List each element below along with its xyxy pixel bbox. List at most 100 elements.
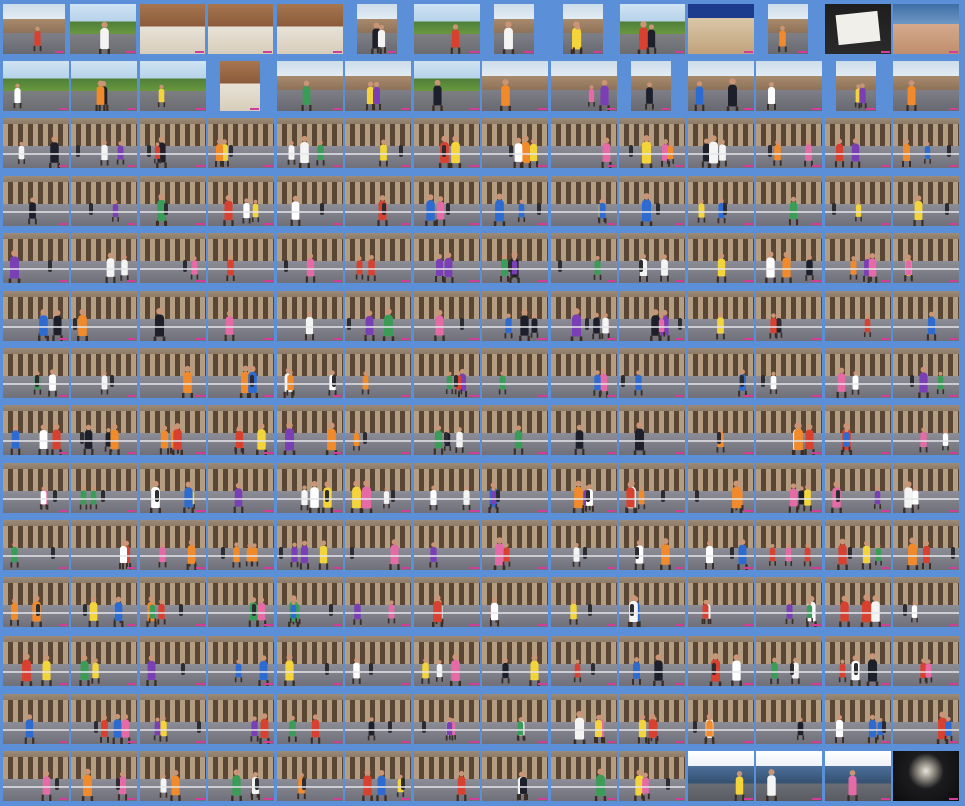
photo-thumbnail[interactable] [208, 577, 274, 627]
photo-thumbnail[interactable] [414, 405, 480, 455]
photo-thumbnail[interactable] [482, 291, 548, 341]
photo-thumbnail[interactable] [825, 520, 891, 570]
photo-thumbnail[interactable] [208, 291, 274, 341]
photo-thumbnail[interactable] [893, 291, 959, 341]
photo-thumbnail[interactable] [140, 61, 206, 111]
photo-thumbnail[interactable] [277, 4, 343, 54]
photo-thumbnail[interactable] [3, 4, 65, 54]
photo-thumbnail[interactable] [208, 176, 274, 226]
photo-thumbnail[interactable] [893, 694, 959, 744]
photo-thumbnail[interactable] [756, 61, 822, 111]
photo-thumbnail[interactable] [345, 291, 411, 341]
photo-thumbnail[interactable] [482, 636, 548, 686]
photo-thumbnail[interactable] [208, 118, 274, 168]
photo-thumbnail[interactable] [619, 577, 685, 627]
photo-thumbnail[interactable] [220, 61, 260, 111]
photo-thumbnail[interactable] [140, 291, 206, 341]
photo-thumbnail[interactable] [414, 694, 480, 744]
photo-thumbnail[interactable] [414, 463, 480, 513]
photo-thumbnail[interactable] [551, 291, 617, 341]
photo-thumbnail[interactable] [140, 751, 206, 801]
photo-thumbnail[interactable] [71, 233, 137, 283]
photo-thumbnail[interactable] [619, 694, 685, 744]
photo-thumbnail[interactable] [619, 520, 685, 570]
photo-thumbnail[interactable] [3, 636, 69, 686]
photo-thumbnail[interactable] [3, 61, 69, 111]
photo-thumbnail[interactable] [277, 61, 343, 111]
photo-thumbnail[interactable] [619, 636, 685, 686]
photo-thumbnail[interactable] [3, 118, 69, 168]
photo-thumbnail[interactable] [688, 61, 754, 111]
photo-thumbnail[interactable] [71, 694, 137, 744]
photo-thumbnail[interactable] [688, 176, 754, 226]
photo-thumbnail[interactable] [551, 636, 617, 686]
photo-thumbnail[interactable] [277, 405, 343, 455]
photo-thumbnail[interactable] [551, 577, 617, 627]
photo-thumbnail[interactable] [756, 520, 822, 570]
photo-thumbnail[interactable] [70, 4, 136, 54]
photo-thumbnail[interactable] [825, 577, 891, 627]
photo-thumbnail[interactable] [825, 4, 891, 54]
photo-thumbnail[interactable] [825, 291, 891, 341]
photo-thumbnail[interactable] [619, 405, 685, 455]
photo-thumbnail[interactable] [688, 751, 754, 801]
photo-thumbnail[interactable] [345, 636, 411, 686]
photo-thumbnail[interactable] [345, 751, 411, 801]
photo-thumbnail[interactable] [619, 751, 685, 801]
photo-thumbnail[interactable] [756, 405, 822, 455]
photo-thumbnail[interactable] [482, 233, 548, 283]
photo-thumbnail[interactable] [208, 520, 274, 570]
photo-thumbnail[interactable] [140, 176, 206, 226]
photo-thumbnail[interactable] [277, 176, 343, 226]
photo-thumbnail[interactable] [414, 291, 480, 341]
photo-thumbnail[interactable] [825, 751, 891, 801]
photo-thumbnail[interactable] [140, 636, 206, 686]
photo-thumbnail[interactable] [3, 348, 69, 398]
photo-thumbnail[interactable] [3, 577, 69, 627]
photo-thumbnail[interactable] [756, 463, 822, 513]
photo-thumbnail[interactable] [688, 520, 754, 570]
photo-thumbnail[interactable] [277, 577, 343, 627]
photo-thumbnail[interactable] [140, 118, 206, 168]
photo-thumbnail[interactable] [277, 694, 343, 744]
photo-thumbnail[interactable] [140, 233, 206, 283]
photo-thumbnail[interactable] [688, 577, 754, 627]
photo-thumbnail[interactable] [277, 118, 343, 168]
photo-thumbnail[interactable] [71, 636, 137, 686]
photo-thumbnail[interactable] [277, 233, 343, 283]
photo-thumbnail[interactable] [825, 694, 891, 744]
photo-thumbnail[interactable] [414, 233, 480, 283]
photo-thumbnail[interactable] [551, 176, 617, 226]
photo-thumbnail[interactable] [140, 463, 206, 513]
photo-thumbnail[interactable] [893, 61, 959, 111]
photo-thumbnail[interactable] [482, 176, 548, 226]
photo-thumbnail[interactable] [551, 348, 617, 398]
photo-thumbnail[interactable] [482, 118, 548, 168]
photo-thumbnail[interactable] [277, 520, 343, 570]
photo-thumbnail[interactable] [482, 694, 548, 744]
photo-thumbnail[interactable] [893, 4, 959, 54]
photo-thumbnail[interactable] [619, 463, 685, 513]
photo-thumbnail[interactable] [551, 233, 617, 283]
photo-thumbnail[interactable] [414, 348, 480, 398]
photo-thumbnail[interactable] [71, 118, 137, 168]
photo-thumbnail[interactable] [893, 233, 959, 283]
photo-thumbnail[interactable] [3, 176, 69, 226]
photo-thumbnail[interactable] [756, 636, 822, 686]
photo-thumbnail[interactable] [688, 636, 754, 686]
photo-thumbnail[interactable] [345, 463, 411, 513]
photo-thumbnail[interactable] [277, 751, 343, 801]
photo-thumbnail[interactable] [345, 118, 411, 168]
photo-thumbnail[interactable] [414, 61, 480, 111]
photo-thumbnail[interactable] [208, 4, 273, 54]
photo-thumbnail[interactable] [3, 520, 69, 570]
photo-thumbnail[interactable] [768, 4, 808, 54]
photo-thumbnail[interactable] [688, 118, 754, 168]
photo-thumbnail[interactable] [208, 405, 274, 455]
photo-thumbnail[interactable] [893, 577, 959, 627]
photo-thumbnail[interactable] [619, 176, 685, 226]
photo-thumbnail[interactable] [71, 520, 137, 570]
photo-thumbnail[interactable] [414, 118, 480, 168]
photo-thumbnail[interactable] [277, 291, 343, 341]
photo-thumbnail[interactable] [208, 233, 274, 283]
